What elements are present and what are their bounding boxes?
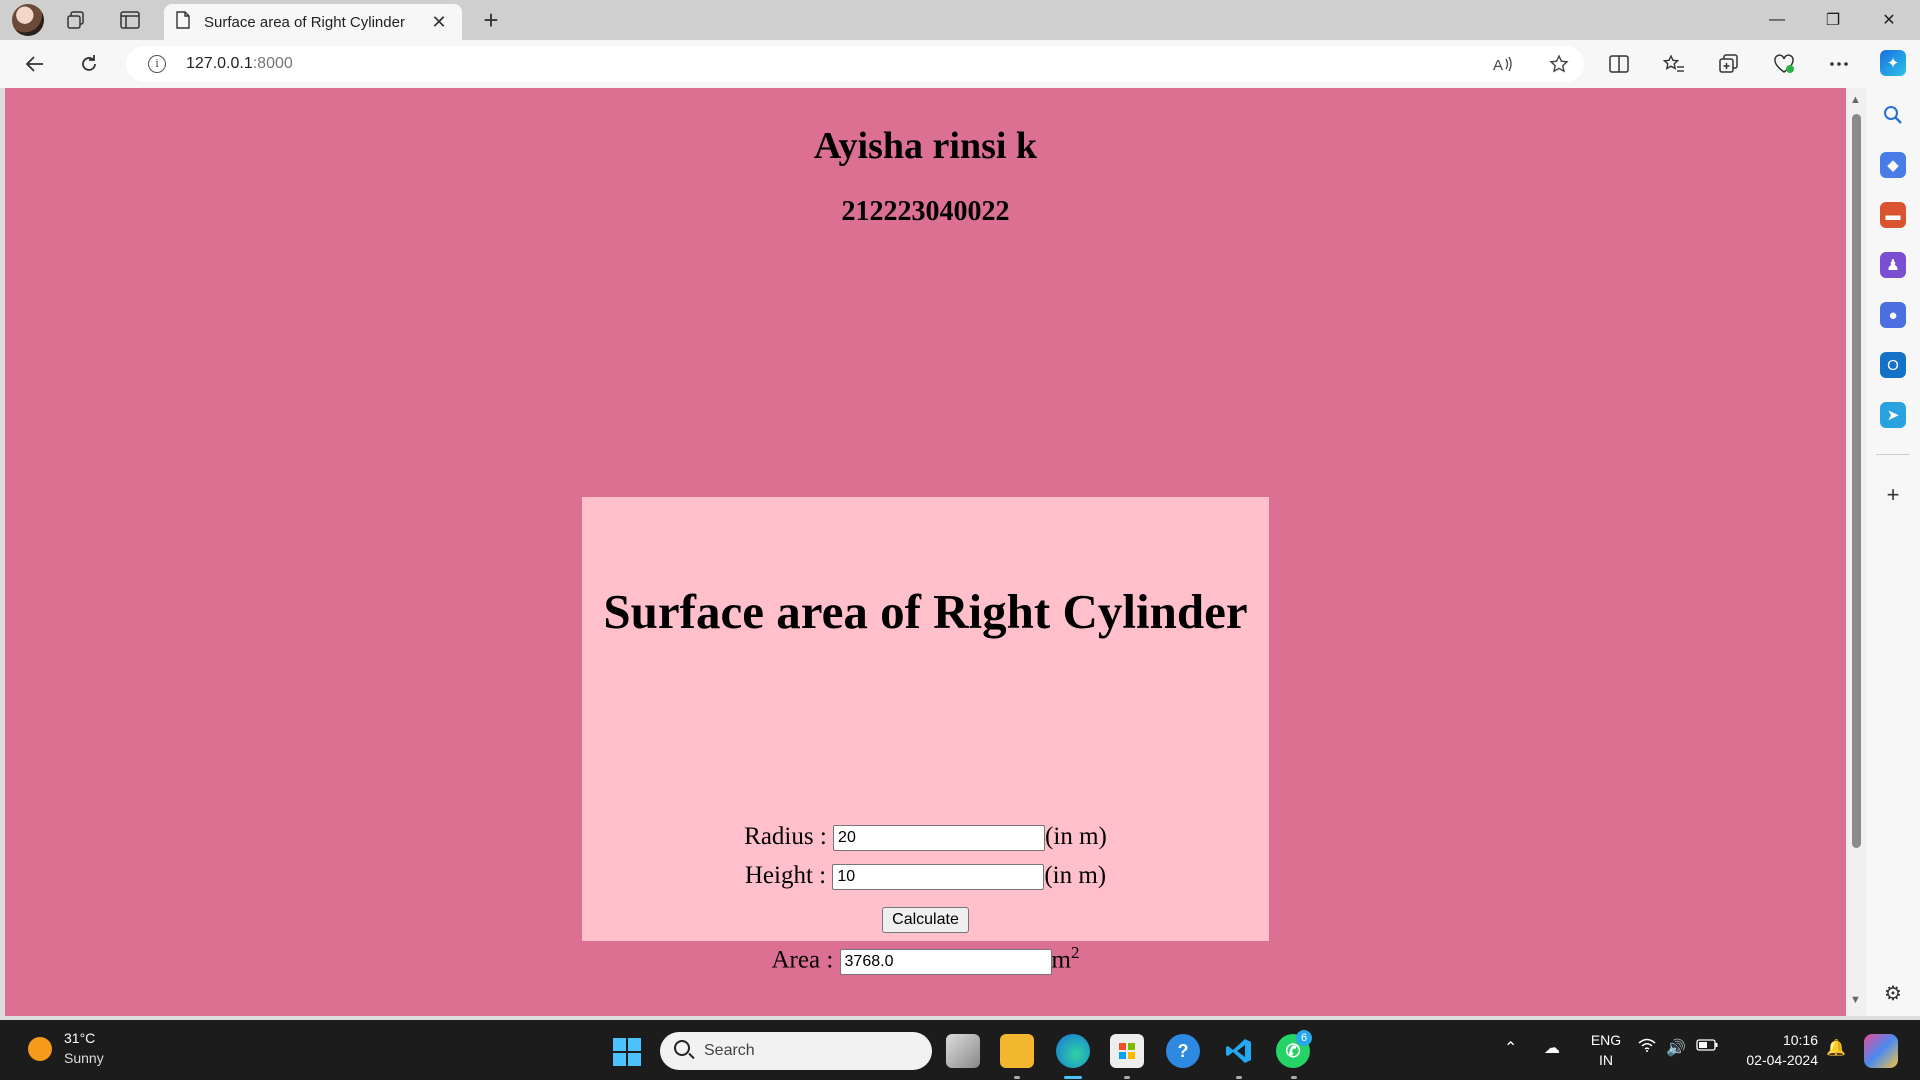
area-output[interactable] (839, 948, 1052, 975)
read-aloud-icon[interactable]: A (1488, 53, 1518, 75)
system-clock[interactable]: 10:16 02-04-2024 (1736, 1030, 1818, 1070)
send-icon[interactable]: ➤ (1880, 402, 1906, 428)
calculate-button[interactable]: Calculate (882, 907, 969, 933)
restore-button[interactable]: ❐ (1806, 0, 1860, 40)
scrollbar-thumb[interactable] (1852, 114, 1861, 848)
split-screen-icon[interactable] (1602, 48, 1636, 80)
calculator-card: Surface area of Right Cylinder Radius : … (582, 497, 1269, 975)
weather-description[interactable]: Sunny (64, 1050, 104, 1066)
whatsapp-badge: 6 (1296, 1030, 1312, 1046)
show-hidden-icons-chevron-icon[interactable]: ⌃ (1504, 1038, 1517, 1058)
calculate-row: Calculate (582, 903, 1269, 933)
weather-temperature[interactable]: 31°C (64, 1030, 95, 1046)
sun-icon[interactable] (28, 1037, 52, 1061)
site-info-icon[interactable]: i (148, 55, 166, 73)
store-indicator (1124, 1076, 1130, 1079)
area-row: Area : m2 (582, 943, 1269, 975)
vertical-tabs-icon[interactable] (114, 6, 146, 34)
area-unit: m (1051, 946, 1071, 974)
file-explorer-icon[interactable] (1000, 1034, 1034, 1068)
profile-avatar[interactable] (12, 4, 44, 36)
new-tab-button[interactable]: + (474, 6, 508, 34)
radius-unit: (in m) (1045, 823, 1107, 850)
radius-row: Radius : (in m) (582, 823, 1269, 852)
notification-bell-icon[interactable]: 🔔 (1826, 1038, 1846, 1058)
battery-icon[interactable] (1696, 1038, 1718, 1056)
svg-text:A: A (1493, 57, 1503, 72)
copilot-icon[interactable]: ✦ (1880, 50, 1906, 76)
browser-title-bar: Surface area of Right Cylinder ✕ + — ❐ ✕ (0, 0, 1920, 40)
sidebar-divider (1876, 454, 1910, 455)
minimize-button[interactable]: — (1750, 0, 1804, 40)
shopping-tag-icon[interactable]: ◆ (1880, 152, 1906, 178)
address-bar[interactable]: i 127.0.0.1:8000 A (126, 46, 1584, 82)
task-view-icon[interactable] (946, 1034, 980, 1068)
taskbar-search[interactable]: Search (660, 1032, 932, 1070)
url-text[interactable]: 127.0.0.1:8000 (186, 55, 293, 73)
favorite-star-icon[interactable] (1544, 53, 1574, 75)
windows-start-icon[interactable] (613, 1038, 641, 1066)
microsoft-365-icon[interactable]: ● (1880, 302, 1906, 328)
height-unit: (in m) (1044, 862, 1107, 889)
area-label: Area : (771, 946, 834, 974)
student-name: Ayisha rinsi k (813, 125, 1038, 167)
tab-title: Surface area of Right Cylinder (204, 13, 405, 31)
vscode-indicator (1236, 1076, 1242, 1079)
sidebar-settings-icon[interactable]: ⚙ (1880, 980, 1906, 1006)
microsoft-store-icon[interactable] (1110, 1034, 1144, 1068)
whatsapp-indicator (1291, 1076, 1297, 1079)
search-icon (674, 1040, 690, 1056)
refresh-button[interactable] (72, 48, 106, 80)
browser-toolbar: i 127.0.0.1:8000 A (0, 40, 1920, 88)
favorites-icon[interactable] (1657, 48, 1691, 80)
onedrive-icon[interactable]: ☁ (1544, 1038, 1560, 1058)
area-unit-exponent: 2 (1070, 943, 1080, 962)
tab-close-icon[interactable]: ✕ (428, 12, 450, 33)
outlook-icon[interactable]: O (1880, 352, 1906, 378)
active-tab[interactable]: Surface area of Right Cylinder ✕ (164, 4, 462, 40)
edge-browser-icon[interactable] (1056, 1034, 1090, 1068)
edge-active-indicator (1064, 1076, 1082, 1079)
scroll-down-arrow-icon[interactable]: ▼ (1850, 994, 1861, 1006)
scroll-up-arrow-icon[interactable]: ▲ (1850, 94, 1861, 106)
height-input[interactable] (832, 864, 1045, 891)
vscode-icon[interactable] (1222, 1034, 1256, 1068)
page-viewport: Ayisha rinsi k 212223040022 Surface area… (5, 88, 1846, 1016)
windows-taskbar: 31°C Sunny Search ? ✆ 6 ⌃ ☁ ENG IN 🔊 10:… (0, 1020, 1920, 1080)
volume-icon[interactable]: 🔊 (1666, 1038, 1686, 1058)
radius-label: Radius : (744, 823, 827, 850)
wifi-icon[interactable] (1638, 1038, 1656, 1057)
height-label: Height : (744, 862, 827, 889)
input-language[interactable]: ENG IN (1586, 1030, 1626, 1070)
card-title: Surface area of Right Cylinder (603, 584, 1248, 639)
search-placeholder: Search (704, 1042, 755, 1059)
help-app-icon[interactable]: ? (1166, 1034, 1200, 1068)
page-icon (176, 10, 190, 34)
close-window-button[interactable]: ✕ (1862, 0, 1916, 40)
tools-icon[interactable]: ▬ (1880, 202, 1906, 228)
sidebar-search-icon[interactable] (1880, 102, 1906, 128)
games-icon[interactable]: ♟ (1880, 252, 1906, 278)
more-options-icon[interactable] (1822, 48, 1856, 80)
page-scrollbar[interactable]: ▲ ▼ (1846, 88, 1866, 1016)
back-button[interactable] (18, 48, 52, 80)
copilot-preview-icon[interactable] (1864, 1034, 1898, 1068)
height-row: Height : (in m) (582, 862, 1269, 891)
file-explorer-indicator (1014, 1076, 1020, 1079)
browser-essentials-icon[interactable] (1767, 48, 1801, 80)
collections-icon[interactable] (1712, 48, 1746, 80)
edge-sidebar: ✦ ◆ ▬ ♟ ● O ➤ + ⚙ (1866, 40, 1920, 1016)
student-id: 212223040022 (841, 196, 1010, 227)
radius-input[interactable] (833, 825, 1046, 852)
add-sidebar-app-icon[interactable]: + (1880, 482, 1906, 508)
workspaces-icon[interactable] (60, 6, 92, 34)
